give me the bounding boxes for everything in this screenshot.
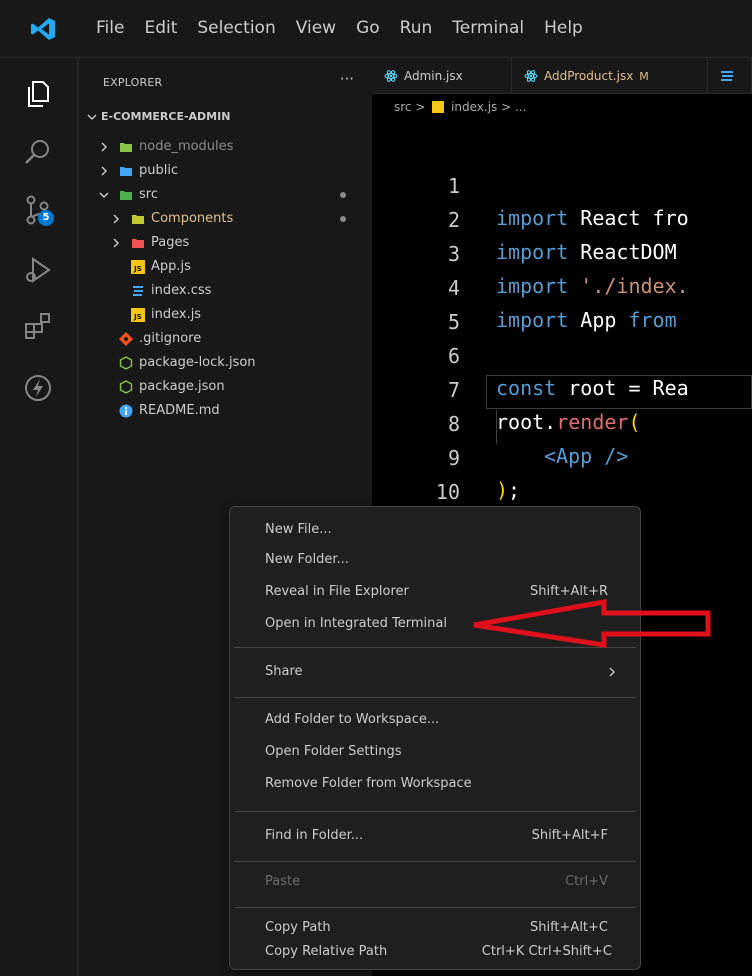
tree-item-index-css[interactable]: index.css [79, 280, 372, 302]
tab-addproduct-jsx[interactable]: AddProduct.jsx M [512, 58, 708, 94]
workspace-root[interactable]: E-COMMERCE-ADMIN [79, 106, 372, 128]
tab-label: Admin.jsx [404, 69, 463, 83]
tree-item-src[interactable]: src [79, 184, 372, 206]
context-menu: New File... New Folder... Reveal in File… [229, 506, 641, 970]
menu-separator [234, 697, 636, 698]
tree-item-pages[interactable]: Pages [79, 232, 372, 254]
breadcrumb-tail[interactable]: > ... [501, 100, 526, 114]
chevron-down-icon [99, 192, 109, 198]
chevron-right-icon [609, 667, 615, 677]
modified-dot [340, 192, 346, 198]
tree-item-index-js[interactable]: JS index.js [79, 304, 372, 326]
lightning-icon[interactable] [22, 372, 54, 404]
npm-icon [119, 356, 133, 370]
code-line[interactable]: 6 const root = Rea [372, 308, 752, 400]
chevron-right-icon [101, 166, 107, 176]
tree-item-package-lock-json[interactable]: package-lock.json [79, 352, 372, 374]
public-folder-icon [120, 167, 132, 176]
menu-view[interactable]: View [296, 14, 336, 42]
breadcrumb-folder[interactable]: src [394, 100, 412, 114]
css-file-icon [133, 286, 143, 296]
modified-indicator: M [639, 70, 649, 83]
tree-item-components[interactable]: Components [79, 208, 372, 230]
red-arrow-annotation-icon [473, 599, 711, 648]
menu-remove-folder-from-workspace[interactable]: Remove Folder from Workspace [234, 769, 636, 799]
tree-item-package-json[interactable]: package.json [79, 376, 372, 398]
js-file-icon: JS [131, 260, 145, 274]
extensions-icon[interactable] [22, 310, 54, 342]
menu-share[interactable]: Share [234, 657, 636, 687]
menu-edit[interactable]: Edit [144, 14, 177, 42]
code-line[interactable]: 10 [372, 444, 752, 504]
menu-file[interactable]: File [96, 14, 124, 42]
tab-label: AddProduct.jsx [544, 69, 634, 83]
menu-separator [234, 861, 636, 862]
source-control-badge: 5 [38, 210, 54, 226]
search-icon[interactable] [22, 136, 54, 168]
menu-copy-relative-path[interactable]: Copy Relative Path Ctrl+K Ctrl+Shift+C [234, 937, 636, 967]
menu-separator [234, 811, 636, 812]
menu-run[interactable]: Run [400, 14, 433, 42]
code-line[interactable]: 8 <App /> [372, 376, 752, 468]
code-line[interactable]: 5 [372, 274, 752, 334]
tree-item-public[interactable]: public [79, 160, 372, 182]
node-folder-icon [120, 143, 132, 152]
chevron-right-icon [101, 142, 107, 152]
menu-open-folder-settings[interactable]: Open Folder Settings [234, 737, 636, 767]
chevron-right-icon [113, 238, 119, 248]
activity-bar: 5 [0, 58, 78, 976]
css-file-icon [721, 71, 733, 81]
menu-new-folder[interactable]: New Folder... [234, 545, 636, 575]
chevron-right-icon [113, 214, 119, 224]
breadcrumb-file[interactable]: index.js [451, 100, 497, 114]
menu-add-folder-to-workspace[interactable]: Add Folder to Workspace... [234, 705, 636, 735]
breadcrumb-separator: > [415, 100, 426, 114]
menu-separator [234, 907, 636, 908]
menu-bar: File Edit Selection View Go Run Terminal… [96, 14, 603, 42]
menu-go[interactable]: Go [356, 14, 380, 42]
tree-item-app-js[interactable]: JS App.js [79, 256, 372, 278]
code-line[interactable]: 4 import App from [372, 240, 752, 332]
tree-item-gitignore[interactable]: .gitignore [79, 328, 372, 350]
modified-dot [340, 216, 346, 222]
code-line[interactable]: 9 ); [372, 410, 752, 502]
components-folder-icon [132, 215, 144, 224]
pages-folder-icon [132, 239, 144, 248]
tab-admin-jsx[interactable]: Admin.jsx [372, 58, 512, 94]
menu-terminal[interactable]: Terminal [452, 14, 524, 42]
react-icon [524, 70, 538, 82]
menu-find-in-folder[interactable]: Find in Folder... Shift+Alt+F [234, 821, 636, 851]
explorer-header: EXPLORER [103, 76, 163, 89]
explorer-files-icon[interactable] [22, 78, 54, 110]
code-line[interactable]: 2 import ReactDOM [372, 172, 752, 264]
source-control-icon[interactable]: 5 [22, 194, 54, 226]
editor-tabs: Admin.jsx AddProduct.jsx M [372, 58, 752, 94]
chevron-down-icon [87, 114, 97, 120]
breadcrumb: src > index.js > ... [372, 94, 752, 120]
js-file-icon [432, 101, 445, 113]
react-icon [384, 70, 398, 82]
explorer-more-actions-icon[interactable]: ··· [340, 70, 354, 88]
vscode-logo-icon[interactable] [30, 16, 56, 42]
js-file-icon: JS [131, 308, 145, 322]
title-bar: File Edit Selection View Go Run Terminal… [0, 0, 752, 58]
info-icon [119, 404, 133, 418]
tree-item-readme-md[interactable]: README.md [79, 400, 372, 422]
tab-overflow[interactable] [708, 58, 752, 94]
code-line[interactable]: 1 import React fro [372, 138, 752, 230]
tree-item-node-modules[interactable]: node_modules [79, 136, 372, 158]
git-icon [119, 332, 133, 346]
menu-help[interactable]: Help [544, 14, 583, 42]
menu-paste: Paste Ctrl+V [265, 874, 608, 889]
run-debug-icon[interactable] [22, 254, 54, 286]
menu-selection[interactable]: Selection [197, 14, 275, 42]
code-line[interactable]: 3 import './index. [372, 206, 752, 298]
npm-icon [119, 380, 133, 394]
src-folder-icon [120, 191, 132, 200]
menu-new-file[interactable]: New File... [234, 515, 636, 545]
workspace-name: E-COMMERCE-ADMIN [101, 110, 231, 123]
code-line[interactable]: 7 root.render( [372, 342, 752, 434]
